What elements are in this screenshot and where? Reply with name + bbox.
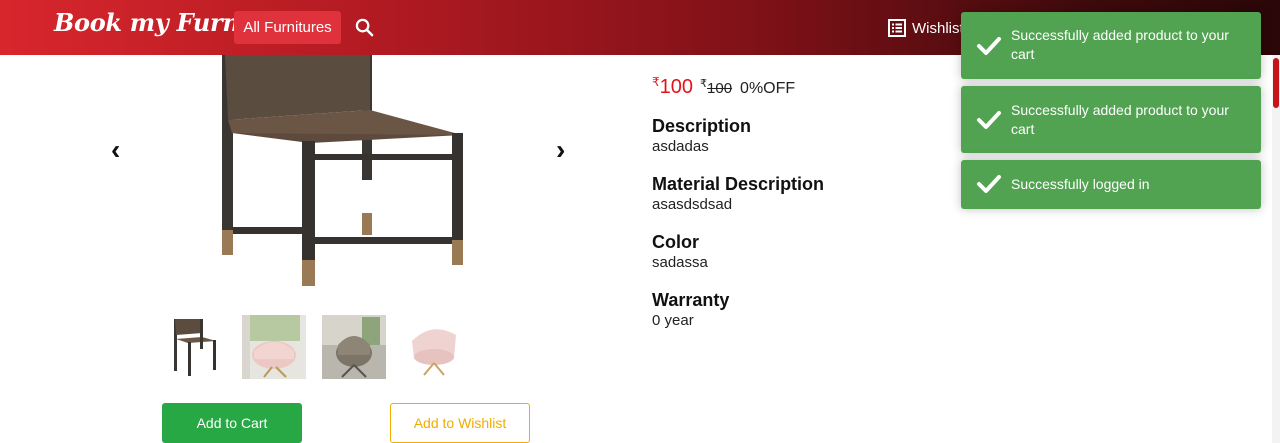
current-price: 100 bbox=[659, 76, 694, 98]
spec-description: Description asdadas bbox=[652, 116, 751, 157]
spec-warranty: Warranty 0 year bbox=[652, 290, 729, 331]
all-furnitures-button[interactable]: All Furnitures bbox=[234, 11, 341, 44]
wishlist-link[interactable]: Wishlist bbox=[888, 18, 964, 38]
spec-label: Warranty bbox=[652, 290, 730, 310]
scrollbar-track[interactable] bbox=[1272, 55, 1280, 443]
original-price: 100 bbox=[707, 80, 733, 97]
thumbnail-1[interactable] bbox=[162, 315, 226, 379]
spec-value: 0 year bbox=[652, 312, 694, 329]
spec-label: Material Description bbox=[652, 174, 825, 194]
scrollbar-thumb[interactable] bbox=[1273, 58, 1279, 108]
chevron-left-icon[interactable]: ‹ bbox=[111, 136, 120, 164]
add-to-cart-button[interactable]: Add to Cart bbox=[162, 403, 302, 443]
checkmark-icon bbox=[977, 37, 1001, 55]
spec-color: Color sadassa bbox=[652, 232, 708, 273]
original-price-currency: ₹ bbox=[700, 78, 708, 90]
checkmark-icon bbox=[977, 175, 1001, 193]
checkmark-icon bbox=[977, 111, 1001, 129]
thumbnail-3[interactable] bbox=[322, 315, 386, 379]
price-currency: ₹ bbox=[652, 75, 660, 89]
wishlist-label: Wishlist bbox=[912, 19, 964, 37]
toast-message: Successfully logged in bbox=[1011, 176, 1150, 192]
discount-label: 0%OFF bbox=[740, 80, 796, 97]
toast-notification[interactable]: Successfully added product to your cart bbox=[961, 12, 1261, 79]
spec-value: asasdsdsad bbox=[652, 196, 733, 213]
list-icon bbox=[888, 19, 906, 37]
spec-label: Color bbox=[652, 232, 699, 252]
price-block: ₹ 100 ₹ 100 0%OFF bbox=[652, 75, 796, 99]
chevron-right-icon[interactable]: › bbox=[556, 136, 565, 164]
add-to-wishlist-button[interactable]: Add to Wishlist bbox=[390, 403, 530, 443]
toast-notification[interactable]: Successfully logged in bbox=[961, 160, 1261, 209]
toast-notification[interactable]: Successfully added product to your cart bbox=[961, 86, 1261, 153]
product-main-image bbox=[190, 55, 530, 300]
search-icon[interactable] bbox=[355, 18, 374, 37]
thumbnail-2[interactable] bbox=[242, 315, 306, 379]
spec-value: asdadas bbox=[652, 138, 709, 155]
spec-label: Description bbox=[652, 116, 752, 136]
spec-value: sadassa bbox=[652, 254, 708, 271]
thumbnail-4[interactable] bbox=[402, 315, 466, 379]
spec-material-description: Material Description asasdsdsad bbox=[652, 174, 824, 215]
toast-message: Successfully added product to your cart bbox=[1011, 102, 1229, 137]
toast-message: Successfully added product to your cart bbox=[1011, 27, 1229, 62]
